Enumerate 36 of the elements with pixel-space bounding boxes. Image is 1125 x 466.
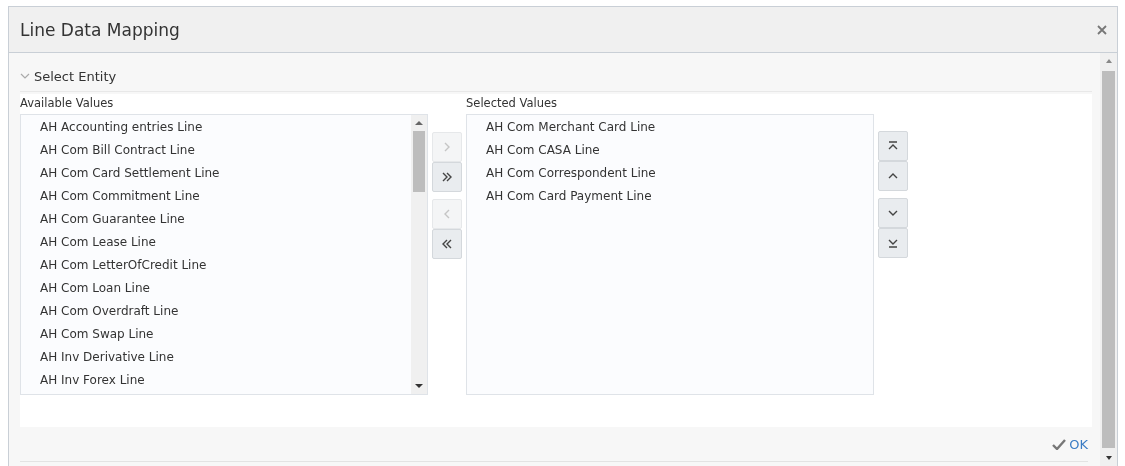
double-chevron-right-icon [441, 171, 453, 183]
list-item[interactable]: AH Com CASA Line [467, 140, 873, 163]
double-chevron-left-button[interactable] [432, 229, 462, 259]
close-icon [1097, 24, 1107, 35]
scrollbar[interactable] [1100, 53, 1117, 466]
scrollbar[interactable] [411, 115, 427, 394]
list-item[interactable]: AH Com Commitment Line [21, 186, 411, 209]
list-item[interactable]: AH Com Lease Line [21, 232, 411, 255]
list-item[interactable]: AH Inv Derivative Line [21, 347, 411, 370]
list-item[interactable]: AH Com Card Payment Line [467, 186, 873, 209]
list-item[interactable]: AH Com LetterOfCredit Line [21, 255, 411, 278]
double-chevron-left-icon [441, 238, 453, 250]
list-item[interactable]: AH Com Merchant Card Line [467, 117, 873, 140]
double-chevron-right-button[interactable] [432, 162, 462, 192]
checkmark-icon [1052, 438, 1067, 450]
move-bottom-icon [887, 237, 899, 249]
list-item[interactable]: AH Com Card Settlement Line [21, 163, 411, 186]
dialog-title: Line Data Mapping [20, 19, 181, 40]
chevron-down-button[interactable] [878, 198, 908, 228]
list-label: Available Values [20, 95, 115, 112]
list-item[interactable]: AH Com Loan Line [21, 278, 411, 301]
list-item[interactable]: AH Inv Forex Line [21, 370, 411, 393]
chevron-up-button[interactable] [878, 161, 908, 191]
ok-button[interactable]: OK [1052, 436, 1088, 452]
move-top-icon [887, 140, 899, 152]
list-item[interactable]: AH Com Overdraft Line [21, 301, 411, 324]
move-top-button[interactable] [878, 131, 908, 161]
chevron-down-icon [20, 71, 30, 81]
list-label: Selected Values [466, 95, 559, 112]
list-item[interactable]: AH Com Guarantee Line [21, 209, 411, 232]
list-item[interactable]: AH Com Swap Line [21, 324, 411, 347]
list-item[interactable]: AH Com Correspondent Line [467, 163, 873, 186]
move-bottom-button[interactable] [878, 228, 908, 258]
list-item[interactable]: AH Accounting entries Line [21, 117, 411, 140]
list-item[interactable]: AH Com Bill Contract Line [21, 140, 411, 163]
section-header[interactable]: Select Entity [20, 67, 117, 85]
